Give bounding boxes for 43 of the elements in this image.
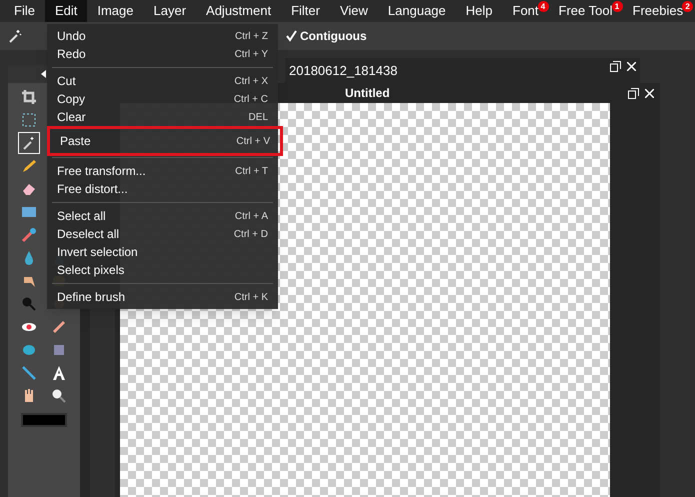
menu-item[interactable]: Adjustment: [196, 0, 282, 22]
tool-button[interactable]: [18, 132, 40, 154]
notification-badge: 2: [682, 1, 694, 12]
eraser-icon: [21, 181, 37, 197]
magic-wand-icon[interactable]: [8, 29, 22, 43]
menu-item[interactable]: Redo Ctrl + Y: [47, 45, 278, 63]
menu-item[interactable]: File: [4, 0, 45, 22]
close-icon[interactable]: [627, 62, 636, 71]
document-title: Untitled: [345, 85, 390, 102]
menu-item[interactable]: View: [330, 0, 378, 22]
menu-item[interactable]: Clear DEL: [47, 108, 278, 126]
restore-window-icon[interactable]: [628, 88, 639, 98]
menu-item[interactable]: Copy Ctrl + C: [47, 90, 278, 108]
contiguous-checkbox[interactable]: [285, 29, 297, 43]
collapse-arrow-icon[interactable]: [41, 70, 47, 78]
text-tool-icon: [51, 365, 67, 381]
selection-marquee-icon: [21, 112, 37, 128]
menu-item[interactable]: Edit: [44, 0, 88, 22]
close-icon[interactable]: [645, 88, 654, 98]
menu-item[interactable]: Select pixels: [47, 261, 278, 279]
notification-badge: 4: [538, 1, 549, 12]
restore-window-icon[interactable]: [610, 61, 621, 72]
menu-item[interactable]: Help: [456, 0, 503, 22]
menu-item[interactable]: Select all Ctrl + A: [47, 207, 278, 225]
menu-item[interactable]: Free distort...: [47, 180, 278, 198]
notification-badge: 1: [612, 1, 622, 12]
menu-item[interactable]: Free transform... Ctrl + T: [47, 162, 278, 180]
color-swatch[interactable]: [21, 413, 67, 427]
crop-icon: [21, 89, 37, 105]
menu-item[interactable]: Define brush Ctrl + K: [47, 288, 278, 306]
menu-item[interactable]: Layer: [144, 0, 196, 22]
menu-item[interactable]: Language: [378, 0, 456, 22]
document-title: 20180612_181438: [289, 62, 398, 80]
pencil-icon: [21, 158, 37, 174]
contiguous-label[interactable]: Contiguous: [300, 27, 367, 45]
menu-item[interactable]: Cut Ctrl + X: [47, 72, 278, 90]
menu-item[interactable]: Invert selection: [47, 243, 278, 261]
menu-item[interactable]: Filter: [281, 0, 330, 22]
menu-item[interactable]: Deselect all Ctrl + D: [47, 225, 278, 243]
zoom-icon: [51, 388, 67, 404]
menu-item[interactable]: Undo Ctrl + Z: [47, 27, 278, 45]
menu-item[interactable]: Paste Ctrl + V: [50, 129, 280, 153]
menu-item[interactable]: Image: [87, 0, 144, 22]
